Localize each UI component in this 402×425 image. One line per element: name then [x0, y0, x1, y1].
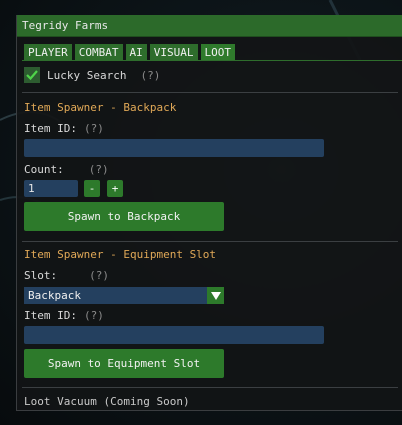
spawn-to-backpack-button[interactable]: Spawn to Backpack — [24, 202, 224, 231]
equipment-slot-label: Slot: — [24, 269, 58, 282]
equipment-slot-selected: Backpack — [28, 289, 81, 302]
tab-underline — [22, 60, 402, 61]
tab-ai[interactable]: AI — [125, 44, 147, 60]
equipment-spawner-header: Item Spawner - Equipment Slot — [24, 248, 217, 261]
tab-player[interactable]: PLAYER — [24, 44, 72, 60]
cheat-menu-window[interactable]: Tegridy Farms PLAYER COMBAT AI VISUAL LO… — [16, 15, 402, 411]
lucky-search-row: Lucky Search (?) — [24, 67, 160, 83]
window-title: Tegridy Farms — [22, 19, 109, 32]
backpack-count-label: Count: — [24, 163, 64, 176]
equipment-slot-help-icon[interactable]: (?) — [89, 269, 109, 282]
backpack-count-input[interactable]: 1 — [24, 180, 78, 197]
backpack-item-id-label: Item ID: — [24, 122, 77, 135]
backpack-item-id-help-icon[interactable]: (?) — [84, 122, 104, 135]
tab-loot[interactable]: LOOT — [200, 44, 235, 60]
backpack-count-row: Count: (?) — [24, 163, 109, 176]
equipment-slot-dropdown[interactable]: Backpack — [24, 287, 224, 304]
loot-vacuum-label: Loot Vacuum (Coming Soon) — [24, 395, 190, 408]
lucky-search-label: Lucky Search — [47, 68, 127, 82]
backpack-spawner-header: Item Spawner - Backpack — [24, 101, 177, 114]
spawn-to-equipment-slot-button[interactable]: Spawn to Equipment Slot — [24, 349, 224, 378]
backpack-item-id-input[interactable] — [24, 139, 324, 157]
equipment-item-id-help-icon[interactable]: (?) — [84, 309, 104, 322]
tab-bar: PLAYER COMBAT AI VISUAL LOOT — [24, 44, 235, 60]
checkmark-icon — [26, 70, 38, 81]
equipment-item-id-label: Item ID: — [24, 309, 77, 322]
equipment-item-id-input[interactable] — [24, 326, 324, 344]
dropdown-arrow-icon[interactable] — [207, 287, 224, 304]
count-decrement-button[interactable]: - — [84, 180, 100, 197]
equipment-item-id-row: Item ID: (?) — [24, 309, 104, 322]
separator — [22, 387, 398, 388]
backpack-item-id-row: Item ID: (?) — [24, 122, 104, 135]
window-titlebar[interactable]: Tegridy Farms — [17, 15, 402, 37]
equipment-slot-row: Slot: (?) — [24, 269, 109, 282]
lucky-search-checkbox[interactable] — [24, 67, 40, 83]
backpack-count-help-icon[interactable]: (?) — [89, 163, 109, 176]
count-increment-button[interactable]: + — [107, 180, 123, 197]
separator — [22, 241, 398, 242]
chevron-down-icon — [210, 291, 221, 300]
tab-combat[interactable]: COMBAT — [74, 44, 123, 60]
tab-visual[interactable]: VISUAL — [149, 44, 198, 60]
separator — [22, 92, 398, 93]
lucky-search-help-icon[interactable]: (?) — [140, 69, 160, 82]
